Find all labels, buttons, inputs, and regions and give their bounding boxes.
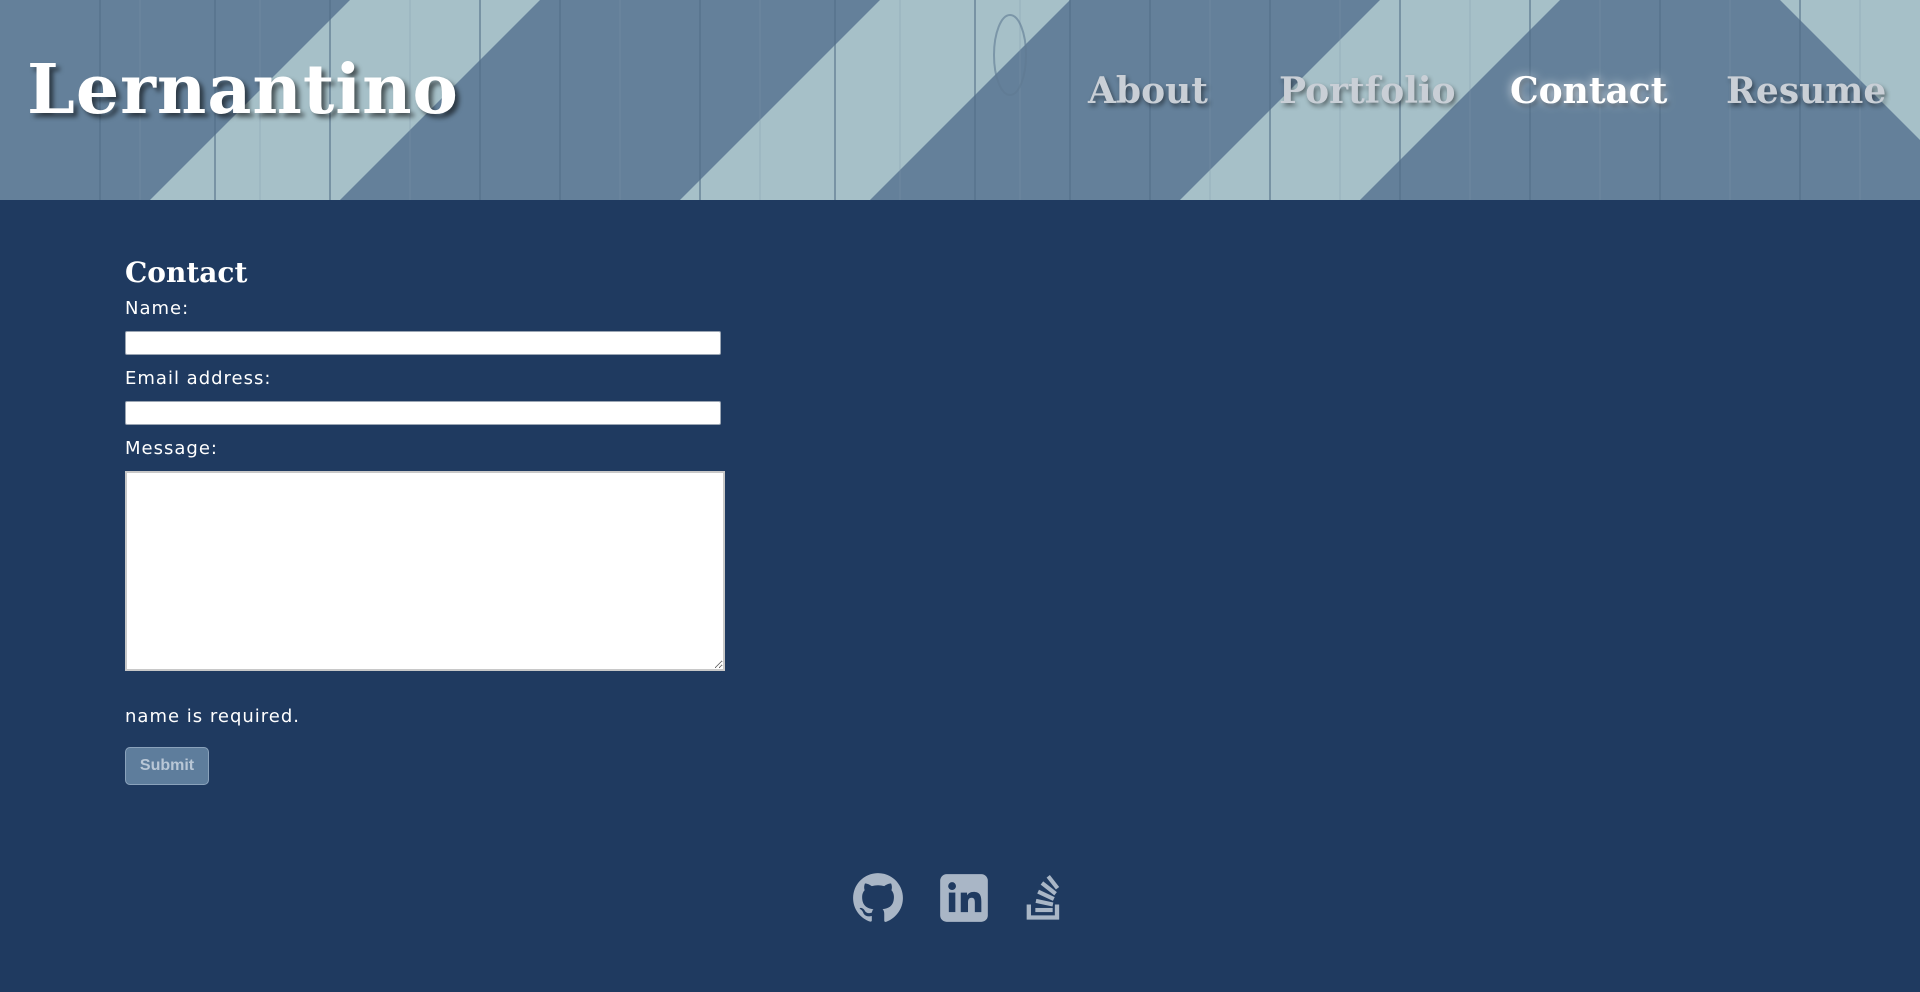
nav-item-contact[interactable]: Contact	[1510, 70, 1667, 112]
email-input[interactable]	[125, 401, 721, 425]
contact-form: Name: Email address: Message: name is re…	[125, 297, 725, 785]
main-navigation: About Portfolio Contact Resume	[0, 70, 1920, 130]
message-textarea[interactable]	[125, 471, 725, 671]
email-label: Email address:	[125, 368, 272, 389]
stack-overflow-icon[interactable]	[1018, 872, 1070, 924]
submit-button[interactable]: Submit	[125, 747, 209, 785]
message-label: Message:	[125, 438, 218, 459]
contact-title: Contact	[125, 256, 248, 289]
contact-section: Contact Name: Email address: Message: na…	[125, 255, 725, 785]
linkedin-icon[interactable]	[938, 872, 990, 924]
error-message: name is required.	[125, 706, 301, 727]
name-label: Name:	[125, 298, 190, 319]
name-input[interactable]	[125, 331, 721, 355]
nav-item-resume[interactable]: Resume	[1726, 70, 1886, 112]
nav-item-about[interactable]: About	[1088, 70, 1208, 112]
nav-item-portfolio[interactable]: Portfolio	[1279, 70, 1456, 112]
github-icon[interactable]	[852, 872, 904, 924]
site-footer	[0, 872, 1920, 928]
site-header: Lernantino About Portfolio Contact Resum…	[0, 0, 1920, 200]
